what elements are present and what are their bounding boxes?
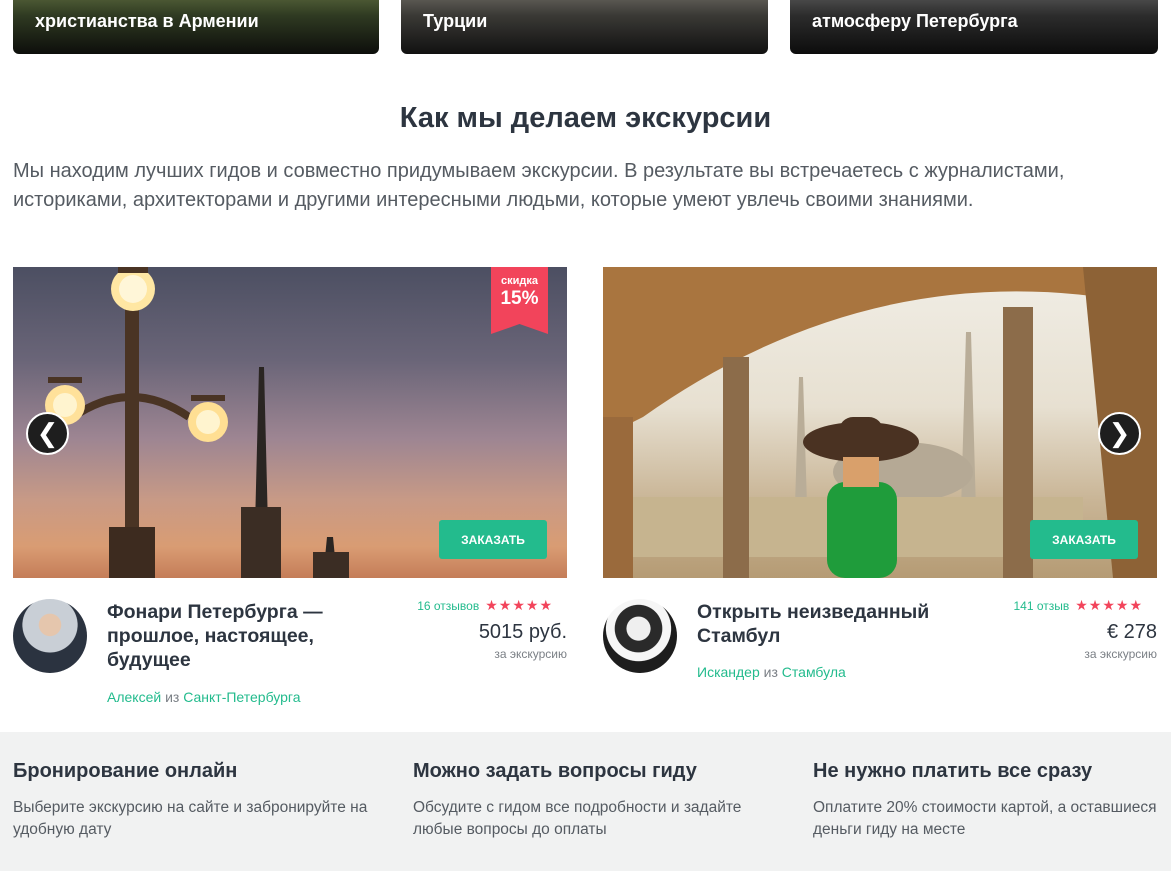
top-card-title: Турции	[423, 11, 488, 31]
from-word: из	[759, 664, 782, 680]
feature-online-booking: Бронирование онлайн Выберите экскурсию н…	[13, 760, 373, 841]
tour-price: 5015 руб.	[478, 621, 567, 643]
section-description: Мы находим лучших гидов и совместно прид…	[13, 160, 1065, 211]
guide-city-link[interactable]: Стамбула	[782, 664, 846, 680]
feature-text: Оплатите 20% стоимости картой, а оставши…	[813, 799, 1157, 838]
tour-image[interactable]: ЗАКАЗАТЬ	[603, 267, 1157, 578]
top-card-armenia[interactable]: христианства в Армении	[13, 0, 379, 54]
top-card-turkey[interactable]: Турции	[401, 0, 768, 54]
tour-info: Открыть неизведанный Стамбул 141 отзыв ★★…	[603, 597, 1157, 707]
guide-city-link[interactable]: Санкт-Петербурга	[183, 689, 300, 705]
feature-title: Можно задать вопросы гиду	[413, 760, 697, 782]
features-strip: Бронирование онлайн Выберите экскурсию н…	[0, 732, 1171, 871]
carousel-next-icon[interactable]: ❯	[1098, 412, 1141, 455]
reviews-link[interactable]: 141 отзыв	[1013, 599, 1069, 613]
guide-line: Искандер из Стамбула	[697, 664, 846, 680]
order-button[interactable]: ЗАКАЗАТЬ	[1030, 520, 1138, 559]
tour-price: € 278	[1106, 621, 1157, 643]
top-card-title: христианства в Армении	[35, 11, 259, 31]
top-card-title: атмосферу Петербурга	[812, 11, 1018, 31]
guide-name-link[interactable]: Искандер	[697, 664, 760, 680]
tour-title[interactable]: Фонари Петербурга — прошлое, настоящее, …	[107, 600, 357, 672]
tour-title[interactable]: Открыть неизведанный Стамбул	[697, 600, 947, 648]
top-card-petersburg[interactable]: атмосферу Петербурга	[790, 0, 1158, 54]
rating-stars-icon: ★★★★★	[485, 597, 553, 613]
tour-rating: 141 отзыв ★★★★★	[1013, 597, 1143, 614]
feature-ask-guide: Можно задать вопросы гиду Обсудите с гид…	[413, 760, 773, 841]
tour-image[interactable]: скидка 15% ЗАКАЗАТЬ	[13, 267, 567, 578]
feature-partial-payment: Не нужно платить все сразу Оплатите 20% …	[813, 760, 1171, 841]
feature-text: Выберите экскурсию на сайте и забронируй…	[13, 799, 368, 838]
carousel-prev-icon[interactable]: ❮	[26, 412, 69, 455]
discount-value: 15%	[500, 288, 539, 309]
guide-line: Алексей из Санкт-Петербурга	[107, 689, 301, 705]
price-unit: за экскурсию	[494, 647, 567, 661]
rating-stars-icon: ★★★★★	[1075, 597, 1143, 613]
guide-avatar[interactable]	[13, 599, 87, 673]
feature-text: Обсудите с гидом все подробности и задай…	[413, 799, 742, 838]
feature-title: Бронирование онлайн	[13, 760, 238, 782]
order-button[interactable]: ЗАКАЗАТЬ	[439, 520, 547, 559]
price-unit: за экскурсию	[1084, 647, 1157, 661]
tour-rating: 16 отзывов ★★★★★	[417, 597, 553, 614]
from-word: из	[161, 689, 184, 705]
tour-card[interactable]: ЗАКАЗАТЬ Открыть неизведанный Стамбул 14…	[603, 267, 1157, 707]
section-title: Как мы делаем экскурсии	[399, 102, 772, 134]
top-cards-row: христианства в Армении Турции атмосферу …	[13, 0, 1158, 55]
reviews-link[interactable]: 16 отзывов	[417, 599, 479, 613]
guide-avatar[interactable]	[603, 599, 677, 673]
discount-label: скидка	[501, 275, 538, 287]
feature-title: Не нужно платить все сразу	[813, 760, 1093, 782]
tour-card[interactable]: скидка 15% ЗАКАЗАТЬ Фонари Петербурга — …	[13, 267, 567, 707]
tour-info: Фонари Петербурга — прошлое, настоящее, …	[13, 597, 567, 707]
discount-badge: скидка 15%	[491, 267, 548, 334]
guide-name-link[interactable]: Алексей	[107, 689, 161, 705]
